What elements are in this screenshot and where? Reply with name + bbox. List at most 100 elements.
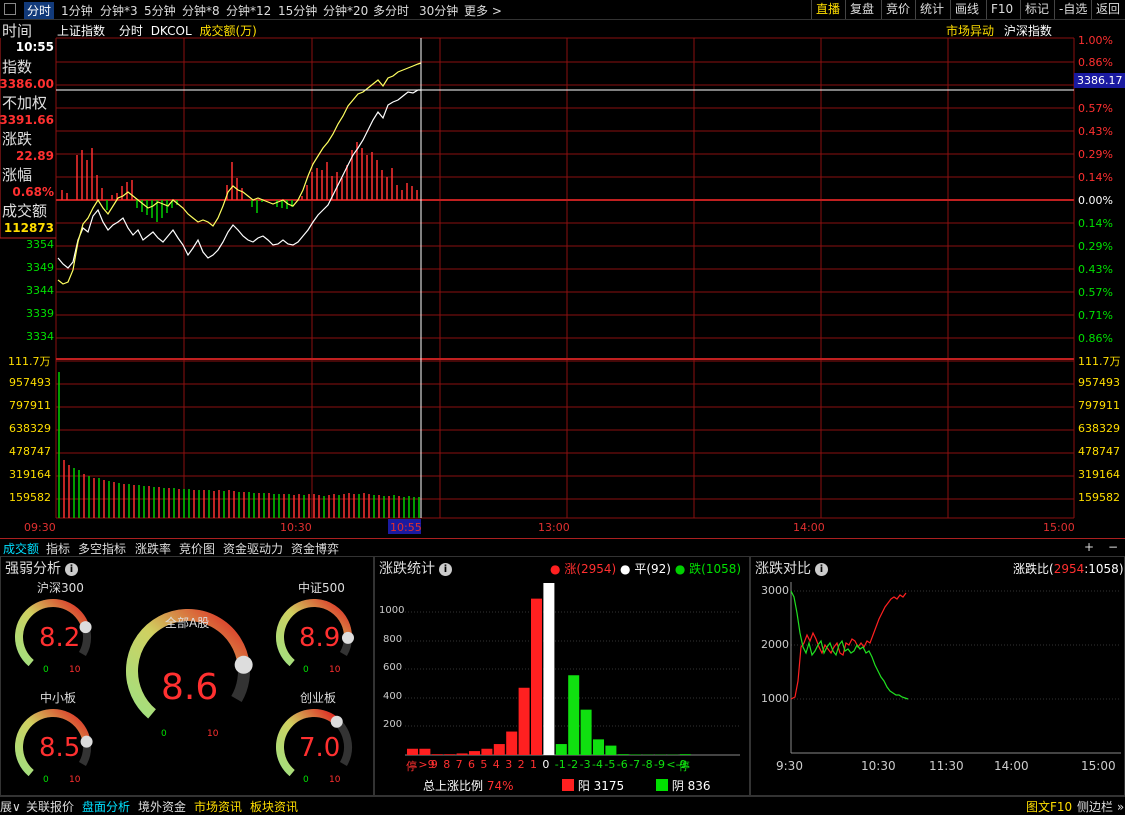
- summary-value: 74%: [487, 779, 514, 793]
- updown-bar: [419, 749, 430, 755]
- compare-grid: [791, 591, 1121, 699]
- volume-axis-label-right: 478747: [1078, 445, 1120, 458]
- cursor-time-label: 10:55: [390, 521, 422, 534]
- tab-longshort[interactable]: 多空指标: [78, 540, 126, 557]
- compare-ytick: 1000: [761, 692, 789, 705]
- updown-bar: [506, 732, 517, 755]
- gauge-label-zz500: 中证500: [298, 579, 345, 596]
- volume-axis-label-right: 319164: [1078, 468, 1120, 481]
- updown-category-label: 停: [406, 758, 417, 774]
- updown-bar: [568, 675, 579, 755]
- expand-toggle[interactable]: 展∨: [0, 798, 21, 815]
- pct-axis-zero: 0.00%: [1078, 194, 1113, 207]
- gauge-knob-hs300: [80, 621, 92, 633]
- zoom-in-button[interactable]: +: [1084, 540, 1094, 554]
- updown-bar: [581, 710, 592, 755]
- volume-axis-label-right: 638329: [1078, 422, 1120, 435]
- yang-value: 阳 3175: [578, 779, 624, 793]
- price-axis-label: 3349: [26, 261, 54, 274]
- volume-axis-label-right: 957493: [1078, 376, 1120, 389]
- updown-category-label: 1: [530, 758, 537, 771]
- gauge-knob-sme: [81, 736, 93, 748]
- tab-auction-chart[interactable]: 竞价图: [179, 540, 215, 557]
- updown-category-label: 停: [679, 758, 690, 774]
- updown-bar: [444, 754, 455, 755]
- time-axis-label: 15:00: [1043, 521, 1075, 534]
- pct-axis-label: 0.71%: [1078, 309, 1113, 322]
- gauge-value-gem: 7.0: [299, 733, 340, 763]
- zoom-out-button[interactable]: −: [1108, 540, 1118, 554]
- gauge-min: 0: [303, 665, 309, 675]
- updown-panel: 涨跌统计i ● 涨(2954) ● 平(92) ● 跌(1058) 1000 8…: [374, 556, 750, 796]
- compare-ytick: 2000: [761, 638, 789, 651]
- tab-amount[interactable]: 成交额: [3, 540, 39, 557]
- related-quote-tab[interactable]: 关联报价: [26, 798, 74, 815]
- updown-bar: [469, 751, 480, 755]
- updown-ytick: 800: [383, 634, 402, 645]
- updown-bar: [680, 754, 691, 755]
- price-axis-label: 3334: [26, 330, 54, 343]
- volume-axis-label: 111.7万: [8, 353, 51, 369]
- gauge-min: 0: [303, 775, 309, 785]
- updown-bar: [407, 749, 418, 755]
- tab-fund-drive[interactable]: 资金驱动力: [223, 540, 283, 557]
- sidebar-toggle[interactable]: 侧边栏 »: [1077, 798, 1124, 815]
- time-axis-label: 13:00: [538, 521, 570, 534]
- updown-bar: [432, 754, 443, 755]
- gauge-value-zz500: 8.9: [299, 623, 340, 653]
- gauge-knob-zz500: [342, 632, 354, 644]
- updown-category-label: -8: [642, 758, 653, 771]
- f10-graphic-tab[interactable]: 图文F10: [1026, 798, 1072, 815]
- tab-fund-game[interactable]: 资金博弈: [291, 540, 339, 557]
- gauge-label-sme: 中小板: [40, 689, 76, 706]
- pct-axis-label: 0.86%: [1078, 56, 1113, 69]
- tab-indicator[interactable]: 指标: [46, 540, 70, 557]
- strength-panel: 强弱分析i 沪深300 中证500 全部A股 中小板 创业板 8.2 8.9 8…: [0, 556, 374, 796]
- foreign-fund-tab[interactable]: 境外资金: [138, 798, 186, 815]
- gauge-label-gem: 创业板: [300, 689, 336, 706]
- gauge-value-hs300: 8.2: [39, 623, 80, 653]
- current-price-value: 3386.17: [1077, 74, 1123, 87]
- intraday-chart[interactable]: [0, 0, 1125, 540]
- updown-category-label: -3: [580, 758, 591, 771]
- volume-axis-label: 797911: [9, 399, 51, 412]
- updown-ytick: 600: [383, 662, 402, 673]
- updown-category-label: -7: [629, 758, 640, 771]
- gauge-max: 10: [329, 665, 340, 675]
- updown-bar: [618, 754, 629, 755]
- updown-category-label: -5: [604, 758, 615, 771]
- pct-axis-label: 0.57%: [1078, 102, 1113, 115]
- volume-axis-label: 319164: [9, 468, 51, 481]
- updown-bar: [543, 583, 554, 755]
- updown-category-label: 7: [456, 758, 463, 771]
- gauge-min: 0: [43, 775, 49, 785]
- compare-xtick: 9:30: [776, 759, 803, 773]
- time-axis-label: 10:30: [280, 521, 312, 534]
- market-news-tab[interactable]: 市场资讯: [194, 798, 242, 815]
- market-analysis-tab[interactable]: 盘面分析: [82, 798, 130, 815]
- updown-category-label: 2: [518, 758, 525, 771]
- volume-axis-label-right: 111.7万: [1078, 353, 1121, 369]
- updown-bar: [457, 753, 468, 755]
- updown-bar: [519, 688, 530, 755]
- price-axis-label: 3339: [26, 307, 54, 320]
- updown-category-label: -9: [654, 758, 665, 771]
- updown-category-label: 4: [493, 758, 500, 771]
- updown-bar: [531, 599, 542, 755]
- updown-bar: [605, 746, 616, 755]
- yin-value: 阴 836: [672, 779, 711, 793]
- pct-axis-label: 0.43%: [1078, 263, 1113, 276]
- tab-updown-rate[interactable]: 涨跌率: [135, 540, 171, 557]
- yang-stat: 阳 3175: [562, 777, 624, 794]
- updown-bar: [556, 744, 567, 755]
- pct-axis-label: 0.29%: [1078, 240, 1113, 253]
- updown-ytick: 1000: [379, 605, 404, 616]
- pct-axis-label: 0.29%: [1078, 148, 1113, 161]
- updown-bar: [494, 744, 505, 755]
- sector-news-tab[interactable]: 板块资讯: [250, 798, 298, 815]
- updown-summary: 总上涨比例 74%: [423, 777, 514, 794]
- volume-axis-label-right: 159582: [1078, 491, 1120, 504]
- pct-axis-label: 0.57%: [1078, 286, 1113, 299]
- time-axis-label: 14:00: [793, 521, 825, 534]
- updown-category-label: -6: [617, 758, 628, 771]
